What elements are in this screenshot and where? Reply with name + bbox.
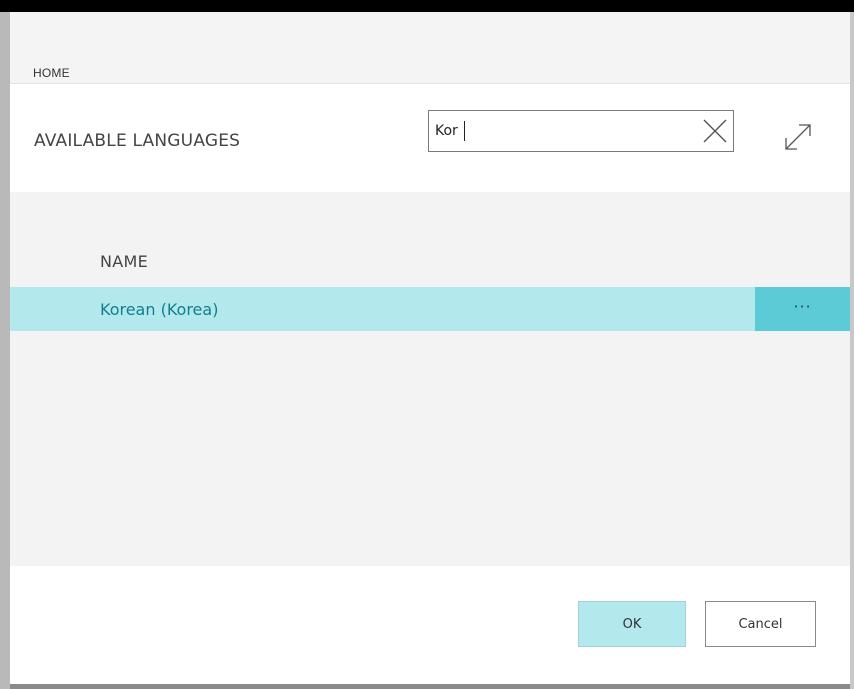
background-left-edge <box>0 12 10 689</box>
dialog-bottom-edge <box>10 684 850 689</box>
ok-button[interactable]: OK <box>578 601 686 647</box>
page-title: AVAILABLE LANGUAGES <box>34 131 241 151</box>
close-icon[interactable] <box>701 117 729 145</box>
window-top-bar <box>0 0 854 12</box>
available-languages-dialog: HOME AVAILABLE LANGUAGES Kor NAME Korean… <box>10 12 850 684</box>
more-options-icon: ··· <box>793 297 812 316</box>
background-right-edge <box>850 12 854 689</box>
dialog-footer: OK Cancel <box>10 566 850 684</box>
table-row[interactable]: Korean (Korea) ··· <box>10 287 850 331</box>
row-name-link[interactable]: Korean (Korea) <box>100 300 218 319</box>
row-actions-button[interactable]: ··· <box>755 287 850 331</box>
cancel-button[interactable]: Cancel <box>705 601 816 647</box>
expand-icon[interactable] <box>777 116 819 158</box>
dialog-header: AVAILABLE LANGUAGES Kor <box>10 84 850 192</box>
column-header-name[interactable]: NAME <box>100 252 148 271</box>
search-box[interactable]: Kor <box>428 110 734 152</box>
languages-list: NAME Korean (Korea) ··· <box>10 192 850 566</box>
breadcrumb-home[interactable]: HOME <box>33 66 70 80</box>
text-caret <box>464 121 465 141</box>
breadcrumb: HOME <box>10 12 850 84</box>
search-input-value: Kor <box>435 123 458 139</box>
